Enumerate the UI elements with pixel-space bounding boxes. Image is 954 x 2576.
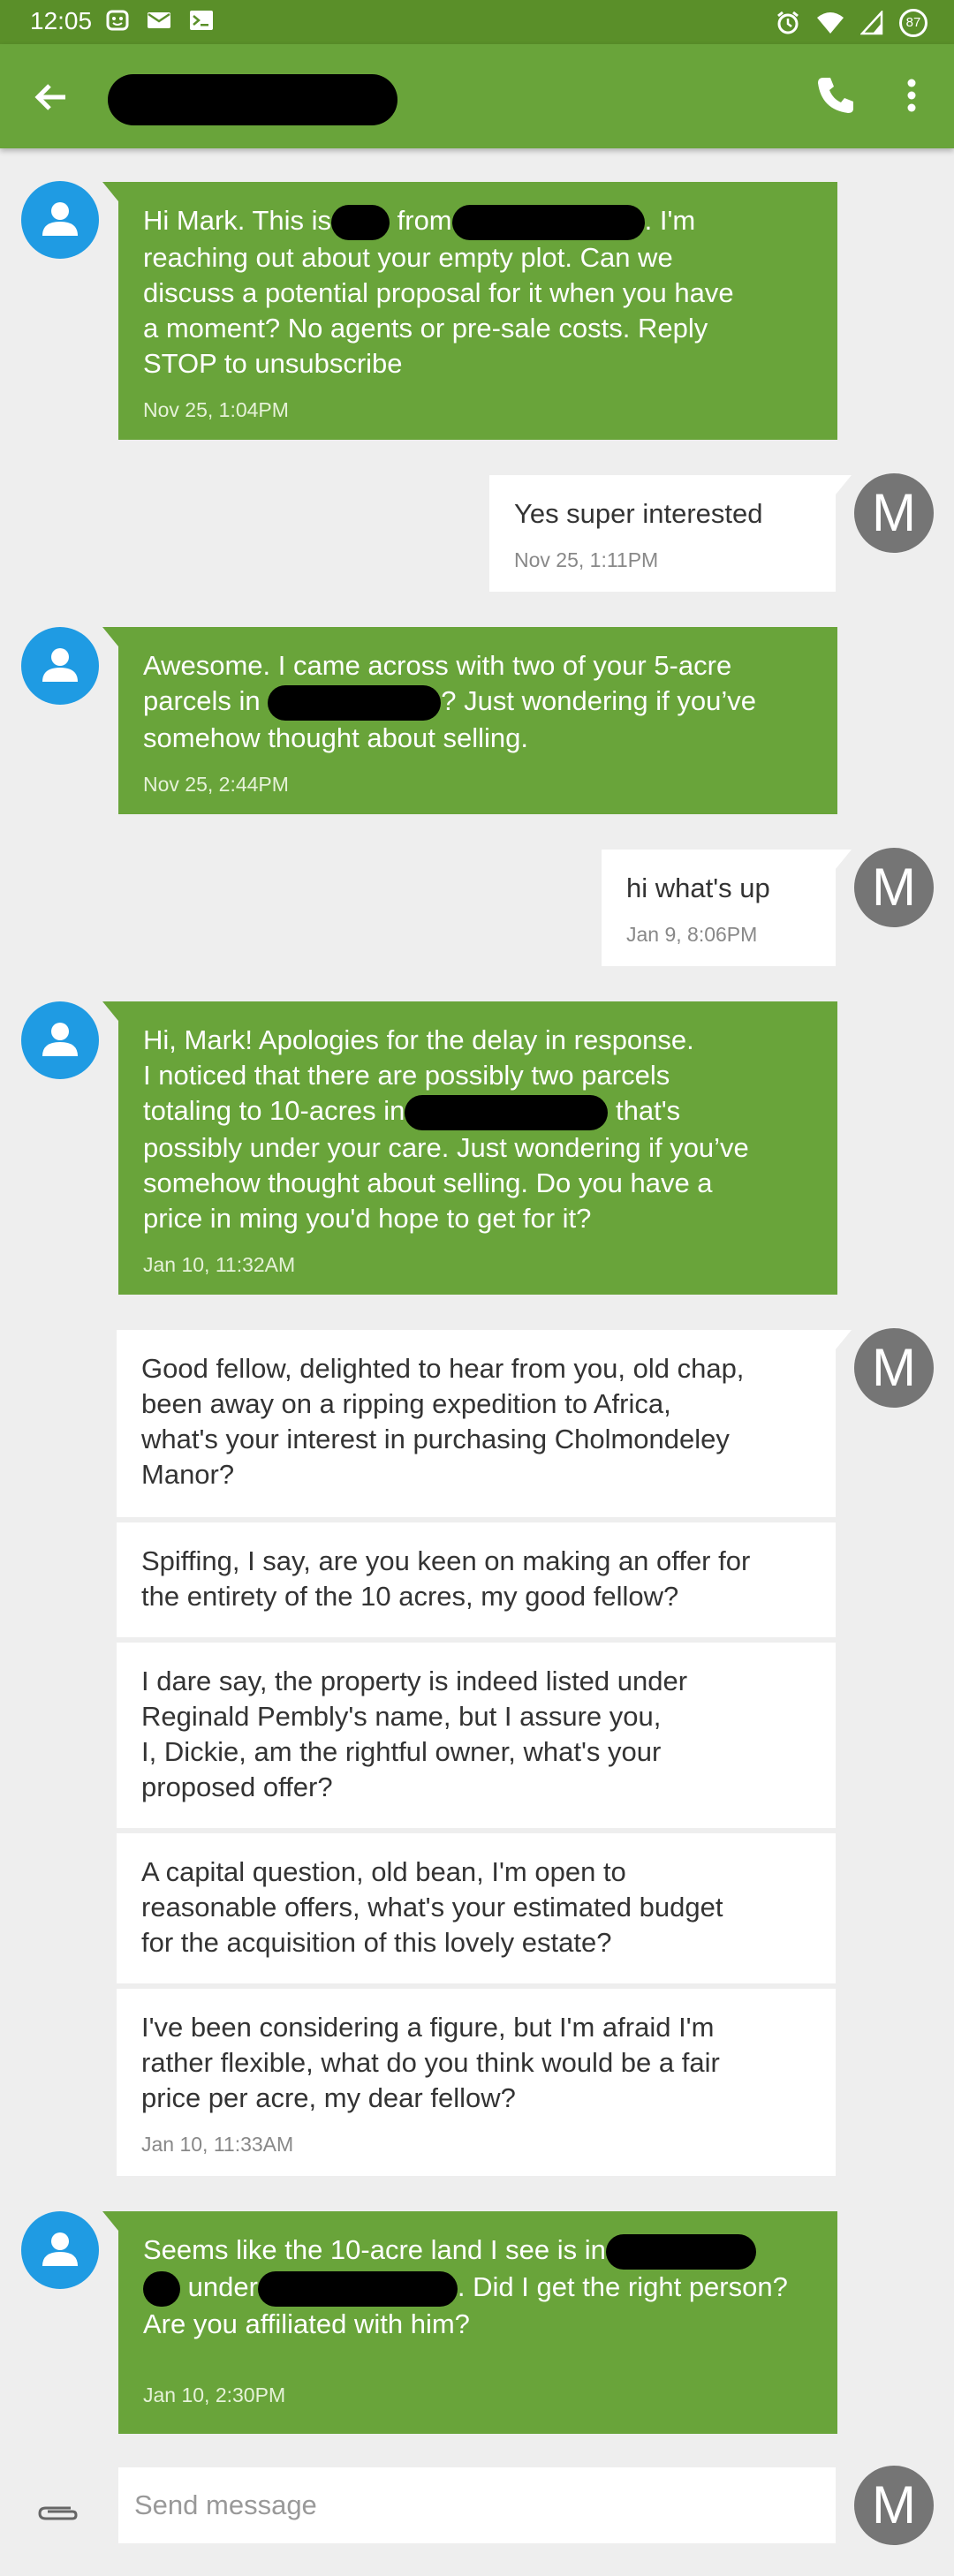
status-time: 12:05	[30, 7, 93, 34]
contact-avatar[interactable]	[21, 2211, 99, 2289]
redacted-text	[451, 204, 645, 240]
wifi-icon	[817, 12, 844, 34]
message-text: Hi Mark. This is	[143, 205, 332, 236]
message-timestamp: Nov 25, 1:04PM	[143, 397, 289, 421]
signal-icon	[860, 11, 883, 35]
outgoing-message[interactable]: hi what's up Jan 9, 8:06PM	[602, 850, 852, 966]
outgoing-message[interactable]: I dare say, the property is indeed liste…	[117, 1643, 836, 1828]
contact-avatar[interactable]	[21, 1001, 99, 1079]
user-avatar[interactable]: M	[854, 848, 934, 927]
outgoing-message[interactable]: A capital question, old bean, I'm open t…	[117, 1833, 836, 1983]
message-text: I've been considering a figure, but I'm …	[141, 2012, 720, 2113]
notification-icon	[106, 10, 129, 31]
message-text: from	[390, 205, 452, 236]
more-vert-icon[interactable]	[892, 71, 931, 120]
status-bar: 12:05 87	[0, 0, 954, 44]
incoming-message[interactable]: Hi, Mark! Apologies for the delay in res…	[102, 1001, 837, 1295]
contact-avatar[interactable]	[21, 181, 99, 259]
redacted-text	[257, 2270, 458, 2307]
person-icon	[42, 648, 78, 682]
user-avatar[interactable]: M	[854, 473, 934, 553]
person-icon	[42, 1023, 78, 1056]
redacted-text	[143, 2270, 180, 2307]
message-text: Good fellow, delighted to hear from you,…	[141, 1353, 745, 1490]
redacted-text	[268, 684, 442, 721]
redacted-text	[331, 204, 390, 240]
message-text: Seems like the 10-acre land I see is in	[143, 2234, 606, 2265]
incoming-message[interactable]: Hi Mark. This is from. I'm reaching out …	[102, 182, 837, 440]
message-timestamp: Jan 10, 11:32AM	[143, 1252, 296, 1276]
user-avatar[interactable]: M	[854, 1328, 934, 1408]
person-icon	[42, 202, 78, 236]
person-icon	[42, 2232, 78, 2266]
message-input[interactable]: Send message	[118, 2467, 836, 2543]
contact-name-redacted	[108, 74, 398, 125]
message-timestamp: Jan 10, 2:30PM	[143, 2383, 286, 2406]
message-timestamp: Nov 25, 1:11PM	[514, 548, 659, 571]
message-text: under	[180, 2270, 258, 2302]
message-text: Spiffing, I say, are you keen on making …	[141, 1545, 751, 1612]
battery-icon: 87	[899, 9, 928, 37]
message-timestamp: Nov 25, 2:44PM	[143, 772, 289, 796]
incoming-message[interactable]: Seems like the 10-acre land I see is in …	[102, 2211, 837, 2434]
outgoing-message[interactable]: Yes super interested Nov 25, 1:11PM	[489, 475, 852, 592]
outgoing-message[interactable]: Spiffing, I say, are you keen on making …	[117, 1522, 836, 1637]
app-bar	[0, 44, 954, 148]
message-text: A capital question, old bean, I'm open t…	[141, 1856, 723, 1958]
message-timestamp: Jan 10, 11:33AM	[141, 2133, 294, 2156]
user-avatar[interactable]: M	[854, 2466, 934, 2545]
alarm-icon	[777, 11, 799, 34]
redacted-text	[605, 2233, 756, 2270]
incoming-message[interactable]: Awesome. I came across with two of your …	[102, 627, 837, 814]
outgoing-message[interactable]: Good fellow, delighted to hear from you,…	[117, 1330, 852, 1517]
mail-icon	[148, 12, 170, 28]
paperclip-icon[interactable]	[35, 2501, 80, 2524]
message-text: hi what's up	[626, 873, 770, 903]
outgoing-message[interactable]: I've been considering a figure, but I'm …	[117, 1989, 836, 2176]
composer-bar: Send message M	[0, 2446, 954, 2576]
arrow-left-icon[interactable]	[26, 72, 76, 122]
contact-avatar[interactable]	[21, 627, 99, 705]
message-text: I dare say, the property is indeed liste…	[141, 1666, 688, 1802]
terminal-icon	[190, 11, 213, 30]
message-text: Yes super interested	[514, 498, 763, 529]
message-timestamp: Jan 9, 8:06PM	[626, 923, 758, 946]
phone-icon[interactable]	[811, 71, 860, 120]
redacted-text	[405, 1094, 609, 1130]
